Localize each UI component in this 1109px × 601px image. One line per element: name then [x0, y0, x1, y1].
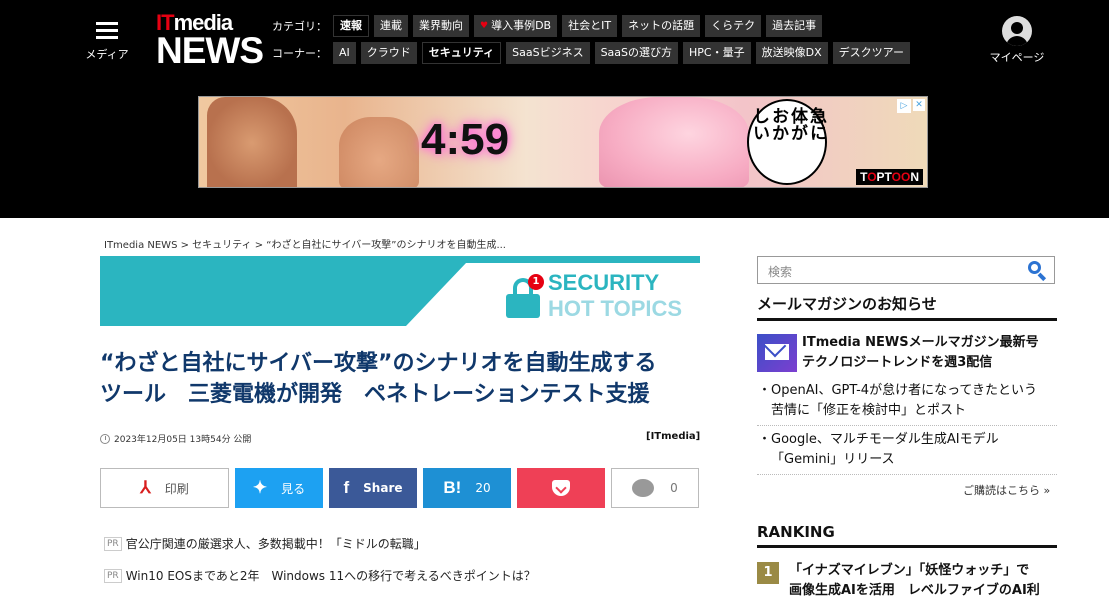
ad-illustration-girl [599, 97, 749, 187]
facebook-icon: f [343, 478, 350, 497]
notification-badge: 1 [528, 274, 544, 290]
site-logo[interactable]: ITmedia NEWS [156, 12, 264, 70]
ad-brand-logo: TOPTOON [856, 169, 923, 185]
facebook-share-button[interactable]: f Share [329, 468, 417, 508]
newsletter-title[interactable]: ITmedia NEWSメールマガジン最新号 テクノロジートレンドを週3配信 [802, 333, 1057, 373]
divider [757, 425, 1057, 426]
mypage-button[interactable]: マイページ [988, 16, 1046, 65]
ad-close-icon[interactable]: ✕ [913, 99, 925, 111]
corner-saas-business[interactable]: SaaSビジネス [506, 42, 590, 64]
category-label: カテゴリ： [272, 20, 327, 33]
ad-illustration-hand [339, 117, 419, 187]
security-banner-line2: HOT TOPICS [548, 296, 683, 321]
site-header: メディア ITmedia NEWS カテゴリ： 速報 連載 業界動向 ♥ 導入事例… [0, 0, 1109, 218]
mail-magazine-icon [757, 334, 797, 372]
pr-tag: PR [104, 568, 122, 583]
pr-tag: PR [104, 536, 122, 551]
media-menu-label: メディア [85, 48, 129, 61]
pr-link[interactable]: PR 官公庁関連の厳選求人、多数掲載中！「ミドルの転職」 [104, 535, 426, 552]
corner-label: コーナー： [272, 47, 327, 60]
corner-security[interactable]: セキュリティ [421, 42, 502, 64]
newsletter-item[interactable]: Google、マルチモーダル生成AIモデル 「Gemini」リリース [758, 430, 1057, 470]
category-net[interactable]: ネットの話題 [622, 15, 701, 37]
rank-number: 1 [757, 562, 779, 584]
divider [757, 474, 1057, 475]
category-gyokai[interactable]: 業界動向 [413, 15, 469, 37]
security-hot-topics-banner[interactable]: 1 SECURITY HOT TOPICS [100, 256, 700, 326]
pocket-button[interactable] [517, 468, 605, 508]
newsletter-heading: メールマガジンのお知らせ [757, 293, 1057, 321]
article-title: “わざと自社にサイバー攻撃”のシナリオを自動生成する ツール 三菱電機が開発 ペ… [100, 351, 657, 407]
hatena-bookmark-button[interactable]: B! 20 [423, 468, 511, 508]
ad-speech-bubble: 急に 体が おか しい [747, 99, 827, 185]
clock-icon [100, 433, 110, 444]
corner-hpc[interactable]: HPC・量子 [683, 42, 751, 64]
corner-broadcast[interactable]: 放送映像DX [755, 42, 828, 64]
category-society[interactable]: 社会とIT [562, 15, 618, 37]
publish-date: 2023年12月05日 13時54分 公開 [100, 432, 251, 445]
lock-icon: 1 [506, 274, 544, 318]
comments-button[interactable]: 0 [611, 468, 699, 508]
print-button[interactable]: ⅄ 印刷 [100, 468, 229, 508]
user-avatar-icon [1002, 16, 1032, 46]
hatena-b-icon: B! [443, 478, 462, 497]
category-sokuho[interactable]: 速報 [333, 15, 369, 37]
mypage-label: マイページ [989, 51, 1045, 64]
ad-banner[interactable]: 4:59 急に 体が おか しい ▷ ✕ TOPTOON [198, 96, 928, 188]
twitter-bird-icon: ✦ [252, 478, 268, 497]
hamburger-icon [96, 22, 118, 40]
category-kuratech[interactable]: くらテク [705, 15, 762, 37]
comment-icon [632, 479, 655, 497]
corner-cloud[interactable]: クラウド [360, 42, 417, 64]
subscribe-link[interactable]: ご購読はこちら » [963, 482, 1050, 498]
corner-desktour[interactable]: デスクツアー [832, 42, 910, 64]
search-box[interactable]: 検索 [757, 256, 1055, 284]
pocket-icon [552, 480, 570, 496]
breadcrumb[interactable]: ITmedia NEWS > セキュリティ > “わざと自社にサイバー攻撃”のシ… [104, 236, 506, 251]
search-input[interactable]: 検索 [768, 263, 792, 280]
ad-timer: 4:59 [421, 115, 510, 164]
security-banner-line1: SECURITY [548, 270, 660, 295]
category-case-db[interactable]: ♥ 導入事例DB [474, 15, 558, 37]
adchoices-icon[interactable]: ▷ [897, 99, 911, 113]
category-nav: カテゴリ： 速報 連載 業界動向 ♥ 導入事例DB 社会とIT ネットの話題 くら… [272, 15, 827, 37]
pdf-icon: ⅄ [140, 478, 151, 497]
newsletter-item[interactable]: OpenAI、GPT-4が怠け者になってきたという 苦情に「修正を検討中」とポス… [758, 381, 1057, 421]
corner-ai[interactable]: AI [333, 42, 356, 64]
ranking-heading: RANKING [757, 523, 1057, 548]
ad-illustration-man [207, 97, 297, 187]
heart-icon: ♥ [480, 21, 489, 31]
corner-nav: コーナー： AI クラウド セキュリティ SaaSビジネス SaaSの選び方 H… [272, 42, 915, 64]
ranking-item[interactable]: 「イナズマイレブン」「妖怪ウォッチ」で 画像生成AIを活用 レベルファイブのAI… [789, 561, 1059, 601]
media-menu-button[interactable]: メディア [84, 20, 130, 62]
search-icon[interactable] [1028, 261, 1047, 282]
pr-link[interactable]: PR Win10 EOSまであと2年 Windows 11への移行で考えるべきポ… [104, 567, 536, 584]
corner-saas-select[interactable]: SaaSの選び方 [594, 42, 679, 64]
category-rensai[interactable]: 連載 [374, 15, 408, 37]
twitter-share-button[interactable]: ✦ 見る [235, 468, 323, 508]
article-source[interactable]: [ITmedia] [646, 431, 700, 442]
category-archive[interactable]: 過去記事 [766, 15, 823, 37]
